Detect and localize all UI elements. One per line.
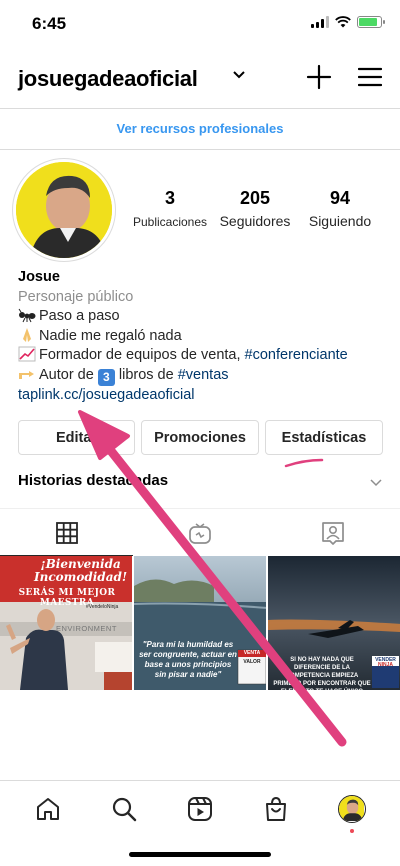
bio-line-3-text: Formador de equipos de venta,	[39, 347, 245, 363]
bio-line-4-pre: Autor de	[39, 366, 98, 383]
search-icon	[112, 797, 137, 821]
bio-website-link[interactable]: taplink.cc/josuegadeaoficial	[18, 386, 388, 406]
tab-igtv[interactable]	[133, 509, 266, 556]
bio-line-1-text: Paso a paso	[39, 308, 120, 324]
post-1-bg-word: ENVIRONMENT	[56, 624, 117, 633]
post-2-caption: "Para mi la humildad es ser congruente, …	[139, 640, 237, 679]
post-2-badge-top: VENTA	[243, 650, 261, 656]
bio-line-2: Nadie me regaló nada	[18, 327, 388, 347]
post-1-title: ¡Bienvenida Incomodidad!	[34, 558, 127, 584]
profile-avatar-small	[338, 794, 366, 823]
home-icon	[37, 797, 59, 820]
new-post-plus-icon[interactable]	[306, 64, 332, 90]
nav-reels[interactable]	[180, 789, 220, 829]
notification-dot	[350, 828, 354, 833]
wifi-icon	[335, 16, 351, 28]
profile-tabs	[0, 508, 400, 556]
grid-icon	[55, 521, 78, 544]
edit-profile-button[interactable]: Editar	[18, 420, 135, 455]
nav-shop[interactable]	[256, 789, 296, 829]
stat-following[interactable]: 94 Siguiendo	[300, 188, 380, 229]
post-thumbnail-3[interactable]: SI NO HAY NADA QUE DIFERENCIE DE LA COMP…	[268, 556, 400, 690]
praying-hands-emoji-icon	[23, 327, 31, 342]
stat-posts[interactable]: 3 Publicaciones	[126, 188, 214, 229]
bio-line-2-text: Nadie me regaló nada	[39, 327, 182, 344]
bio-line-4-mid: libros de	[114, 366, 178, 383]
nav-home[interactable]	[28, 789, 68, 829]
bottom-navigation	[0, 780, 400, 836]
battery-icon	[357, 16, 385, 28]
followers-count: 205	[239, 188, 271, 208]
following-count: 94	[329, 188, 351, 208]
followers-label: Seguidores	[219, 213, 291, 229]
post-3-caption: SI NO HAY NADA QUE DIFERENCIE DE LA COMP…	[273, 657, 371, 690]
tagged-user-icon	[322, 521, 345, 545]
chevron-down-icon[interactable]	[370, 478, 382, 488]
profile-name: Josue	[18, 269, 60, 285]
posts-count: 3	[164, 188, 175, 208]
bio-line-3: Formador de equipos de venta, #conferenc…	[18, 346, 388, 366]
posts-grid: ¡Bienvenida Incomodidad! SERÁS MI MEJOR …	[0, 556, 400, 690]
cellular-signal-icon	[311, 16, 329, 28]
following-label: Siguiendo	[308, 213, 372, 229]
igtv-icon	[189, 522, 211, 544]
bio-line-4: Autor de 3 libros de #ventas	[18, 366, 388, 386]
chart-increasing-emoji-icon	[18, 346, 36, 362]
post-1-hashtag: #VendeloNinja	[86, 604, 119, 610]
profile-avatar-ring[interactable]	[12, 158, 116, 262]
reels-icon	[188, 796, 212, 821]
hashtag-ventas[interactable]: #ventas	[178, 367, 229, 383]
posts-label: Publicaciones	[132, 215, 208, 229]
tab-posts-grid[interactable]	[0, 509, 134, 556]
tab-tagged[interactable]	[267, 509, 400, 556]
keycap-number: 3	[103, 369, 110, 384]
pointing-hand-emoji-icon	[19, 370, 34, 379]
story-highlights-toggle[interactable]: Historias destacadas	[18, 472, 388, 498]
status-icons	[311, 16, 385, 28]
home-indicator	[129, 852, 271, 857]
status-bar: 6:45	[0, 0, 400, 48]
keycap-three-emoji-icon: 3	[97, 368, 115, 386]
profile-header: josuegadeaoficial	[0, 56, 400, 100]
nav-search[interactable]	[104, 789, 144, 829]
chevron-down-icon[interactable]	[232, 68, 246, 82]
profile-category: Personaje público	[18, 288, 134, 305]
ant-emoji-icon	[18, 308, 36, 323]
highlights-label: Historias destacadas	[18, 472, 169, 489]
profile-bio: Josue Personaje público Paso a paso Nadi…	[18, 268, 388, 405]
hashtag-conferenciante[interactable]: #conferenciante	[245, 347, 348, 363]
post-thumbnail-2[interactable]: "Para mi la humildad es ser congruente, …	[134, 556, 266, 690]
account-username[interactable]: josuegadeaoficial	[18, 66, 198, 92]
post-3-book-bottom: NINJA	[377, 662, 393, 668]
post-1-title-line2: Incomodidad!	[34, 570, 128, 584]
annotation-underline	[284, 458, 324, 468]
profile-avatar[interactable]	[16, 162, 112, 258]
professional-resources-link[interactable]: Ver recursos profesionales	[0, 108, 400, 150]
post-2-badge-bottom: VALOR	[243, 659, 261, 665]
status-time: 6:45	[32, 14, 67, 33]
stat-followers[interactable]: 205 Seguidores	[212, 188, 298, 229]
menu-hamburger-icon[interactable]	[358, 66, 382, 88]
shopping-bag-icon	[266, 796, 286, 821]
insights-button[interactable]: Estadísticas	[265, 420, 383, 455]
bio-line-1: Paso a paso	[18, 307, 388, 327]
post-thumbnail-1[interactable]: ¡Bienvenida Incomodidad! SERÁS MI MEJOR …	[0, 556, 132, 690]
nav-profile[interactable]	[332, 789, 372, 833]
promotions-button[interactable]: Promociones	[141, 420, 259, 455]
